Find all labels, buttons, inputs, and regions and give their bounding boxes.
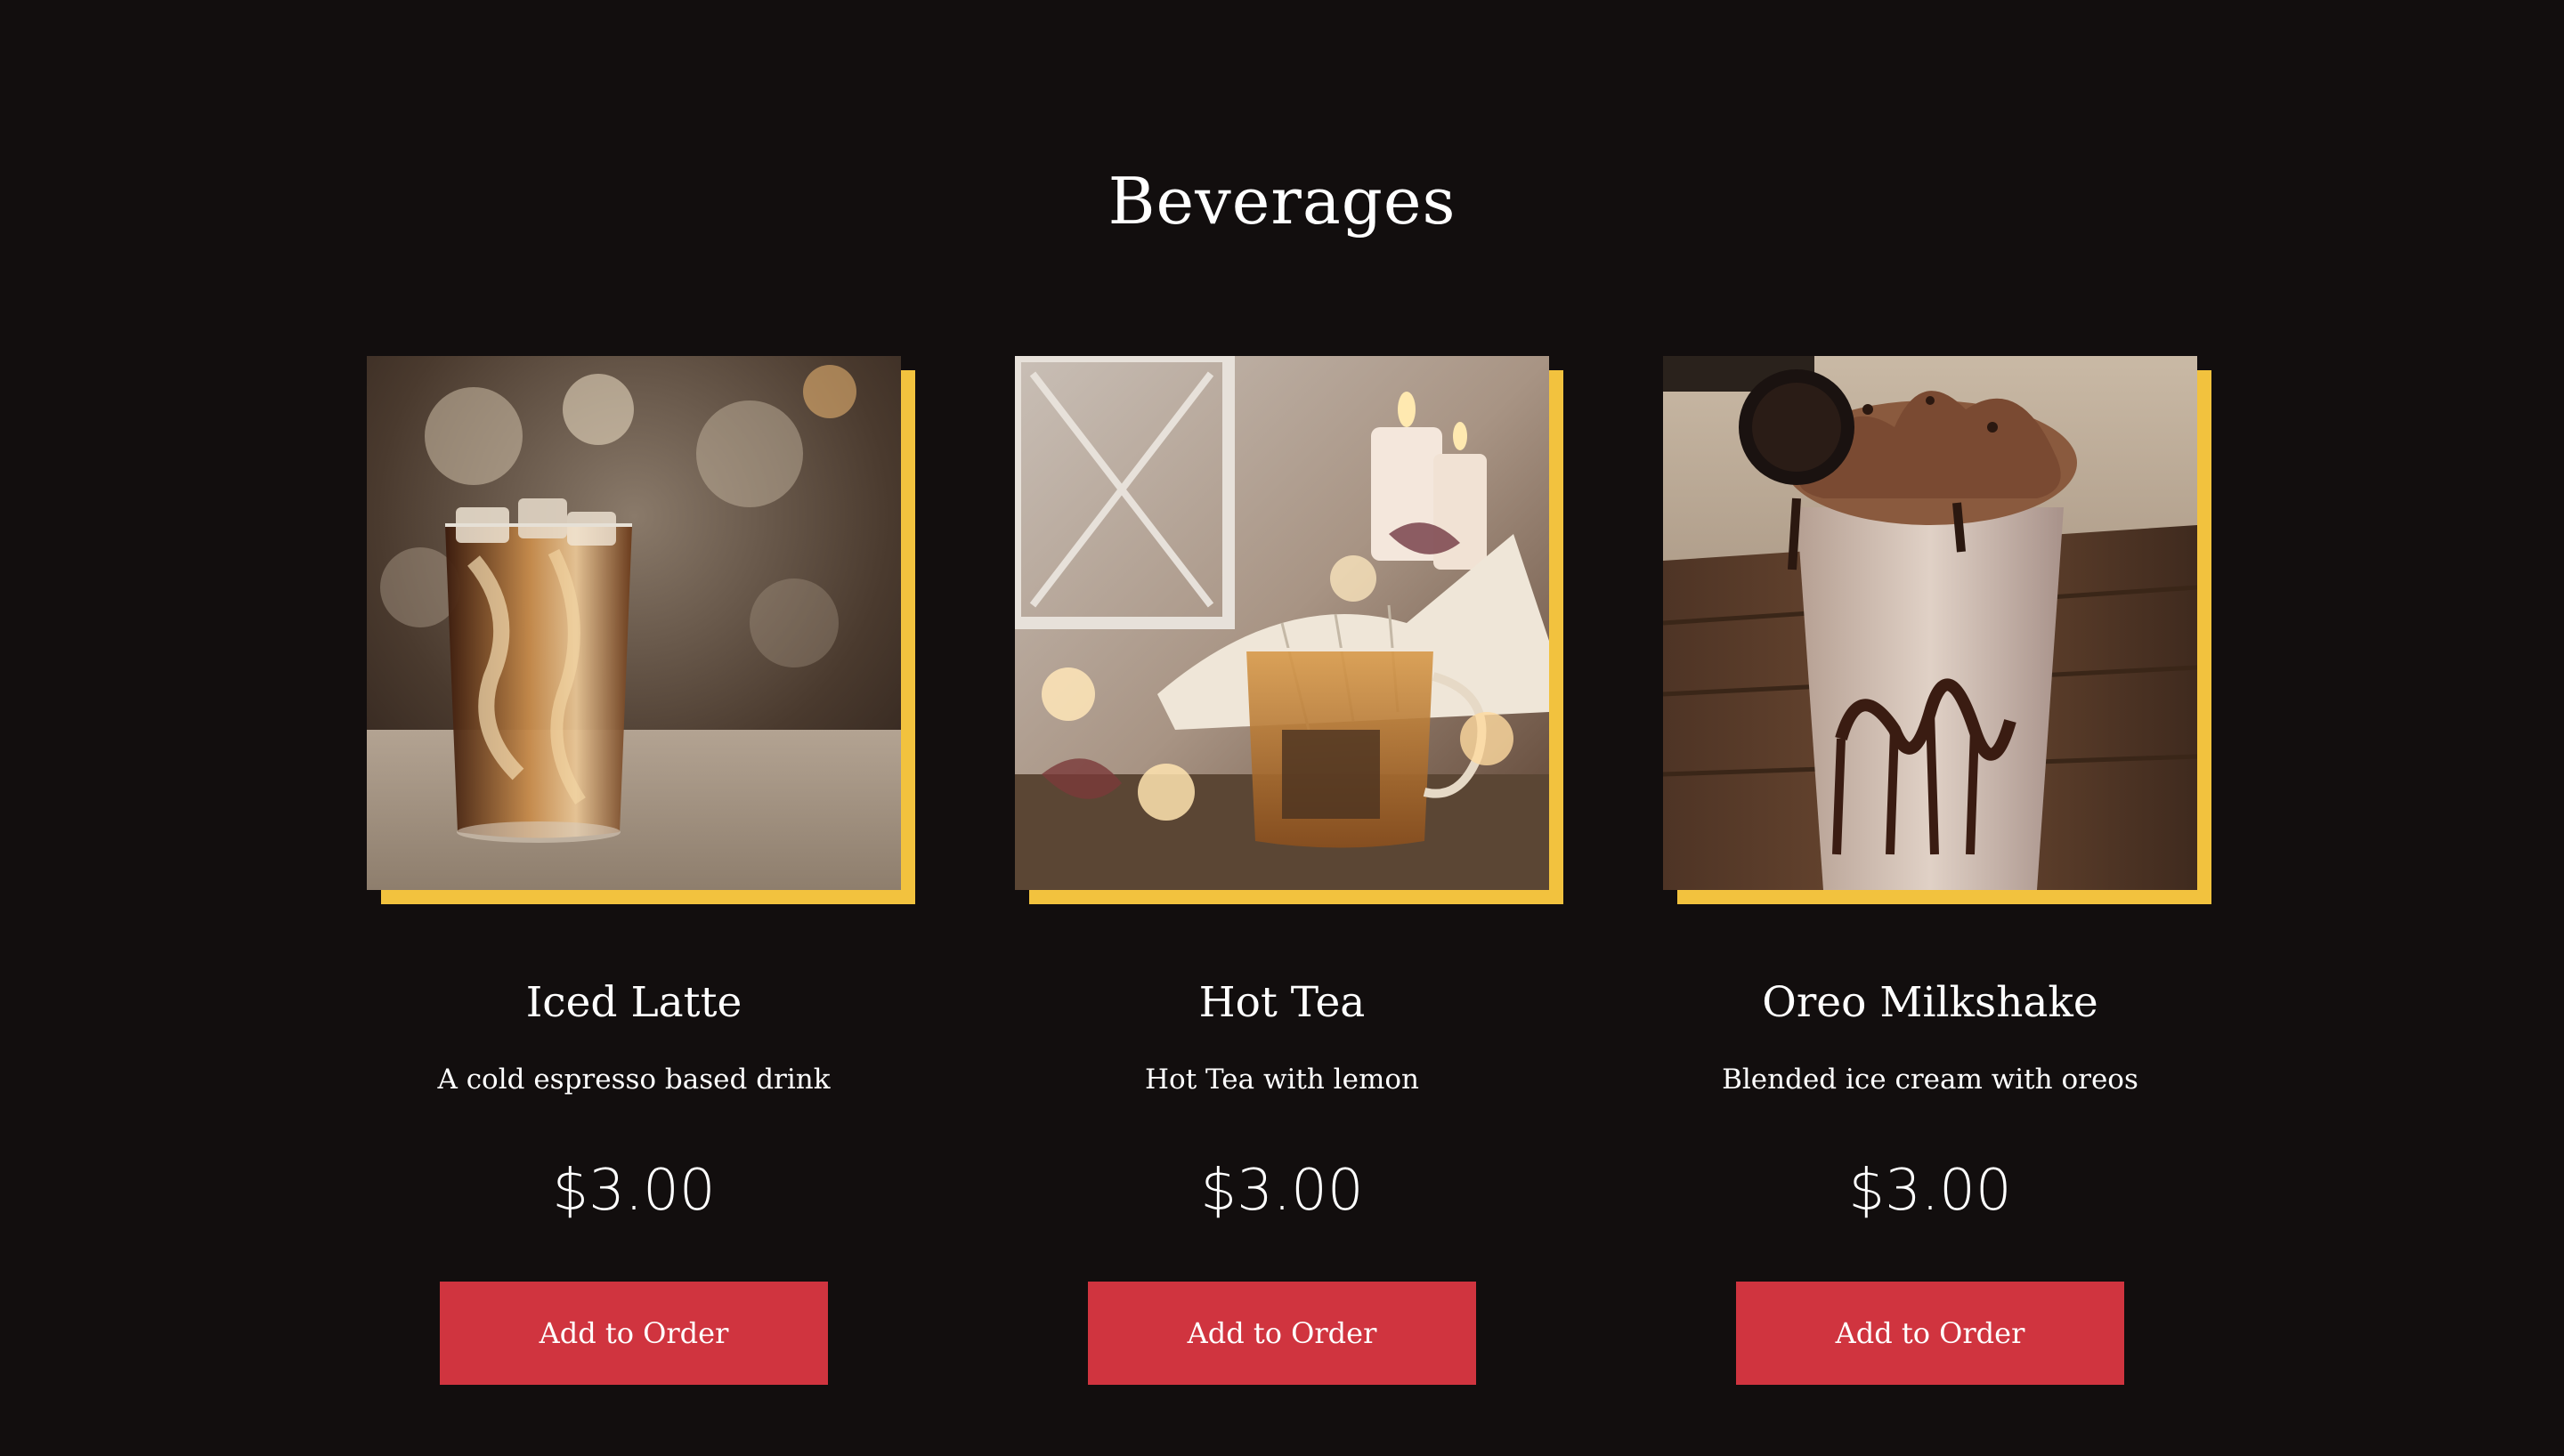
iced-latte-photo xyxy=(367,356,901,890)
add-to-order-button[interactable]: Add to Order xyxy=(1088,1282,1476,1385)
oreo-milkshake-photo xyxy=(1663,356,2197,890)
item-price: $3.00 xyxy=(552,1158,716,1224)
hot-tea-photo xyxy=(1015,356,1549,890)
item-name: Hot Tea xyxy=(1198,978,1366,1027)
item-name: Iced Latte xyxy=(525,978,742,1027)
item-price: $3.00 xyxy=(1848,1158,2012,1224)
item-name: Oreo Milkshake xyxy=(1762,978,2098,1027)
beverages-page: Beverages Iced Latte A cold espresso bas… xyxy=(0,0,2564,1456)
menu-card-oreo-milkshake: Oreo Milkshake Blended ice cream with or… xyxy=(1663,356,2211,1388)
menu-card-hot-tea: Hot Tea Hot Tea with lemon $3.00 Add to … xyxy=(1015,356,1563,1388)
menu-card-iced-latte: Iced Latte A cold espresso based drink $… xyxy=(367,356,915,1388)
item-description: Hot Tea with lemon xyxy=(1145,1064,1419,1096)
photo-frame xyxy=(367,356,915,904)
item-description: A cold espresso based drink xyxy=(437,1064,831,1096)
section-title: Beverages xyxy=(1108,164,1456,239)
photo-frame xyxy=(1663,356,2211,904)
item-description: Blended ice cream with oreos xyxy=(1722,1064,2138,1096)
add-to-order-button[interactable]: Add to Order xyxy=(1736,1282,2124,1385)
item-price: $3.00 xyxy=(1200,1158,1364,1224)
add-to-order-button[interactable]: Add to Order xyxy=(440,1282,828,1385)
photo-frame xyxy=(1015,356,1563,904)
